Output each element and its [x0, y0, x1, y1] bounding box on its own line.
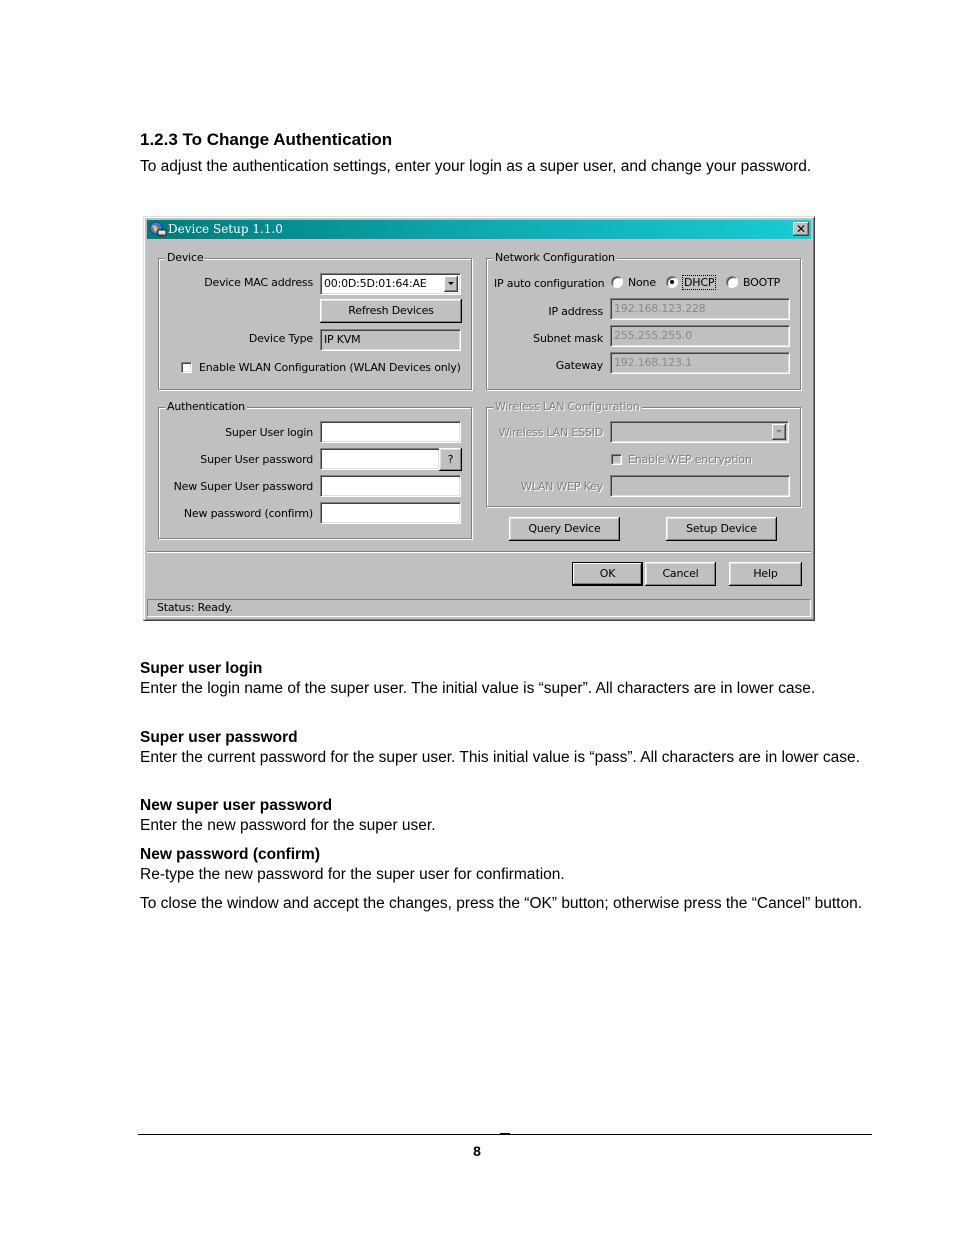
query-device-button[interactable]: Query Device: [509, 517, 620, 541]
super-user-password-input[interactable]: [320, 448, 440, 470]
new-password-confirm-label: New password (confirm): [183, 507, 313, 520]
ip-address-label: IP address: [548, 305, 603, 318]
device-group-label: Device: [165, 251, 206, 265]
title-bar[interactable]: Device Setup 1.1.0 ✕: [147, 220, 811, 239]
description-text: Enter the current password for the super…: [140, 749, 860, 766]
new-super-user-password-input[interactable]: [320, 475, 461, 497]
status-bar: Status: Ready.: [147, 599, 811, 617]
separator: [147, 551, 811, 553]
description-text: Enter the login name of the super user. …: [140, 680, 816, 697]
description-title: Super user password: [140, 729, 298, 746]
wep-key-label: WLAN WEP Key: [520, 480, 603, 493]
help-button[interactable]: Help: [729, 562, 802, 586]
description-new-super-user-password: New super user password Enter the new pa…: [140, 796, 869, 836]
ok-button[interactable]: OK: [572, 562, 643, 586]
ip-auto-config-label: IP auto configuration: [494, 277, 605, 290]
mac-address-combobox[interactable]: 00:0D:5D:01:64:AE: [320, 273, 461, 295]
close-icon: ✕: [795, 222, 807, 236]
mac-address-value: 00:0D:5D:01:64:AE: [324, 277, 427, 290]
page-number: 8: [473, 1143, 481, 1159]
gateway-label: Gateway: [555, 359, 603, 372]
description-text: Re-type the new password for the super u…: [140, 866, 565, 883]
wireless-essid-label: Wireless LAN ESSID: [498, 426, 603, 439]
wireless-lan-group-label: Wireless LAN Configuration: [493, 400, 642, 414]
wireless-essid-combobox[interactable]: [610, 421, 789, 443]
description-super-user-password: Super user password Enter the current pa…: [140, 728, 869, 768]
chevron-down-icon[interactable]: [444, 276, 458, 292]
gateway-field[interactable]: 192.168.123.1: [610, 352, 790, 374]
description-title: New super user password: [140, 797, 333, 814]
footer-tick: [500, 1133, 510, 1135]
super-user-login-label: Super User login: [225, 426, 313, 439]
description-title: New password (confirm): [140, 846, 320, 863]
closing-note-text: To close the window and accept the chang…: [140, 895, 863, 912]
close-button[interactable]: ✕: [793, 222, 809, 236]
radio-bootp-label: BOOTP: [743, 276, 781, 289]
wep-key-field[interactable]: [610, 475, 790, 497]
refresh-devices-button[interactable]: Refresh Devices: [320, 299, 462, 323]
mac-address-label: Device MAC address: [204, 276, 313, 289]
device-type-label: Device Type: [248, 332, 313, 345]
description-text: Enter the new password for the super use…: [140, 817, 436, 834]
intro-paragraph: To adjust the authentication settings, e…: [140, 158, 812, 175]
enable-wep-label: Enable WEP encryption: [628, 453, 752, 466]
radio-dhcp[interactable]: [666, 276, 678, 288]
super-user-password-label: Super User password: [200, 453, 313, 466]
enable-wlan-checkbox[interactable]: [181, 362, 192, 373]
description-super-user-login: Super user login Enter the login name of…: [140, 659, 869, 699]
closing-note: To close the window and accept the chang…: [140, 894, 869, 914]
setup-device-button[interactable]: Setup Device: [666, 517, 777, 541]
chevron-down-icon[interactable]: [772, 424, 786, 440]
password-help-button[interactable]: ?: [439, 448, 462, 471]
subnet-mask-label: Subnet mask: [533, 332, 603, 345]
authentication-group-label: Authentication: [165, 400, 247, 414]
new-password-confirm-input[interactable]: [320, 502, 461, 524]
subnet-mask-field[interactable]: 255.255.255.0: [610, 325, 790, 347]
radio-dhcp-label: DHCP: [681, 275, 717, 290]
device-type-field: IP KVM: [320, 329, 461, 351]
network-computer-icon: [149, 221, 167, 237]
enable-wep-checkbox[interactable]: [611, 454, 622, 465]
radio-none[interactable]: [611, 276, 623, 288]
radio-bootp[interactable]: [726, 276, 738, 288]
ip-address-field[interactable]: 192.168.123.228: [610, 298, 790, 320]
description-new-password-confirm: New password (confirm) Re-type the new p…: [140, 845, 869, 885]
window-title: Device Setup 1.1.0: [168, 222, 283, 236]
enable-wlan-label: Enable WLAN Configuration (WLAN Devices …: [199, 361, 461, 374]
super-user-login-input[interactable]: [320, 421, 461, 443]
radio-none-label: None: [628, 276, 656, 289]
network-config-group-label: Network Configuration: [493, 251, 617, 265]
section-heading: 1.2.3 To Change Authentication: [140, 130, 393, 149]
cancel-button[interactable]: Cancel: [645, 562, 716, 586]
device-setup-dialog: Device Setup 1.1.0 ✕ Device Device MAC a…: [143, 216, 815, 621]
description-title: Super user login: [140, 660, 263, 677]
new-super-user-password-label: New Super User password: [173, 480, 314, 493]
